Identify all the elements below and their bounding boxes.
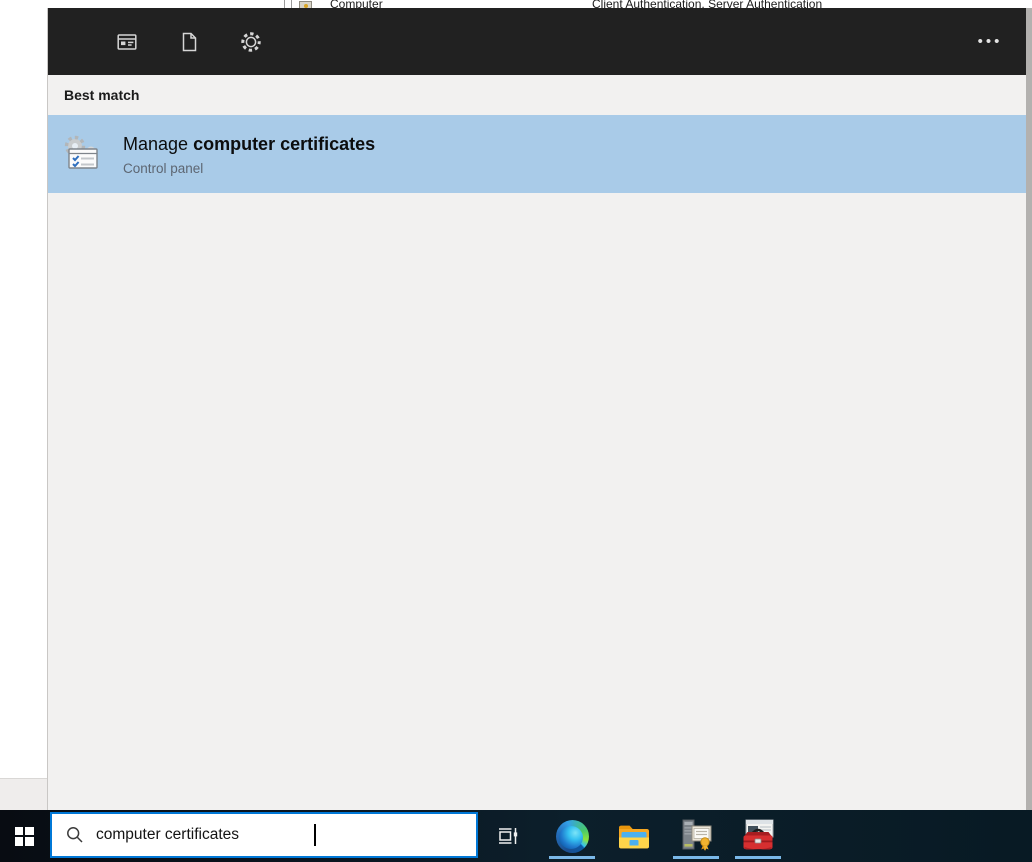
result-subtitle: Control panel — [123, 161, 375, 176]
gear-icon — [239, 30, 263, 54]
file-explorer-taskbar-button[interactable] — [603, 810, 665, 862]
background-window-strip: Computer Client Authentication, Server A… — [0, 0, 1032, 8]
ellipsis-icon: ••• — [978, 33, 1003, 50]
toolbox-active-indicator — [735, 856, 781, 859]
apps-icon — [115, 30, 139, 54]
document-icon — [177, 30, 201, 54]
edge-taskbar-button[interactable] — [541, 810, 603, 862]
section-title: Best match — [64, 87, 139, 103]
search-icon — [66, 826, 84, 844]
certificate-issued-to: Computer — [330, 0, 383, 8]
certificate-manager-active-indicator — [673, 856, 719, 859]
text-caret — [314, 824, 316, 846]
background-window-right-edge — [1026, 8, 1032, 810]
taskbar-search-box[interactable] — [50, 812, 478, 858]
certificate-intended-purposes: Client Authentication, Server Authentica… — [592, 0, 822, 8]
edge-icon — [556, 820, 589, 853]
taskbar — [0, 810, 1032, 862]
windows-logo-icon — [15, 827, 34, 846]
task-view-button[interactable] — [486, 810, 530, 862]
task-view-icon — [496, 824, 520, 848]
toolbox-icon — [740, 818, 776, 854]
background-window-statusbar — [0, 778, 48, 810]
documents-filter-button[interactable] — [176, 29, 202, 55]
settings-filter-button[interactable] — [238, 29, 264, 55]
toolbox-taskbar-button[interactable] — [727, 810, 789, 862]
search-input[interactable] — [96, 826, 316, 844]
search-results-empty-area — [48, 193, 1026, 810]
column-divider — [291, 0, 292, 8]
best-match-result[interactable]: Manage computer certificates Control pan… — [48, 115, 1026, 193]
start-button[interactable] — [0, 810, 48, 862]
search-flyout: ••• Best match Manage computer certifica… — [48, 8, 1026, 810]
best-match-section: Best match — [48, 75, 1026, 115]
certificate-manager-taskbar-button[interactable] — [665, 810, 727, 862]
edge-active-indicator — [549, 856, 595, 859]
certificate-manager-icon — [679, 818, 713, 854]
search-filter-bar: ••• — [48, 8, 1026, 75]
more-options-button[interactable]: ••• — [968, 8, 1012, 75]
certificate-icon — [299, 1, 312, 8]
column-divider — [284, 0, 285, 8]
apps-filter-button[interactable] — [114, 29, 140, 55]
manage-certificates-icon — [61, 133, 103, 175]
file-explorer-icon — [617, 821, 651, 851]
result-title: Manage computer certificates — [123, 132, 375, 156]
